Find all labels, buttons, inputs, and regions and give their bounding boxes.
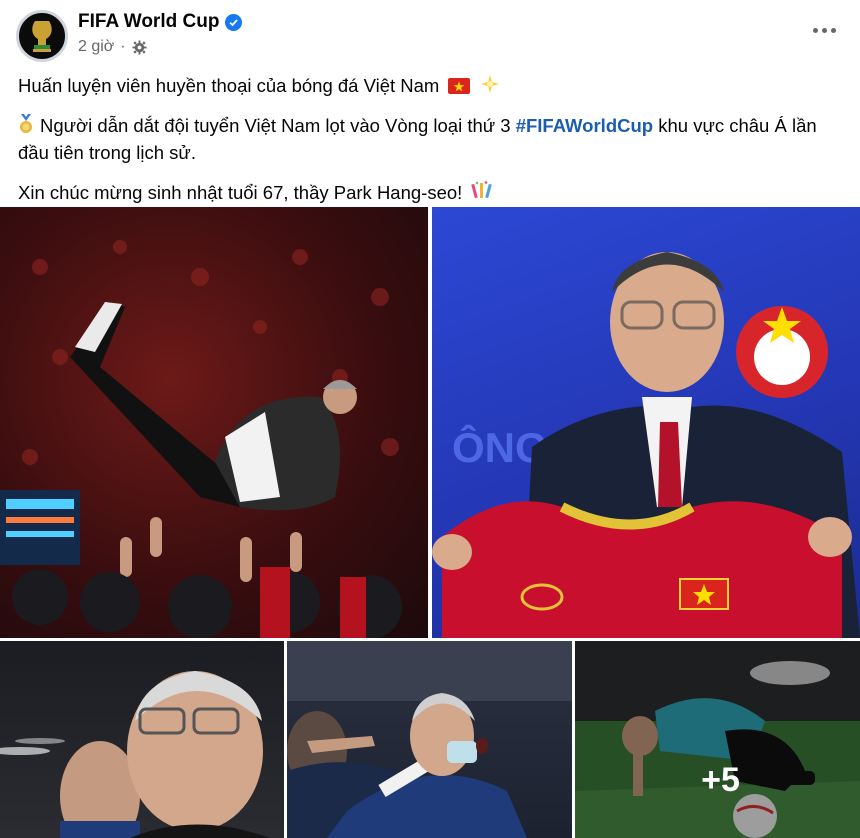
post-time[interactable]: 2 giờ [78,38,114,56]
medal-icon [20,114,32,133]
post-caption: Huấn luyện viên huyền thoại của bóng đá … [18,72,840,219]
gear-icon[interactable] [132,39,147,55]
hashtag-link[interactable]: #FIFAWorldCup [516,115,653,136]
sparkle-star-icon [480,75,499,93]
shouting-image [287,641,572,838]
caption-line-3: Xin chúc mừng sinh nhật tuổi 67, thầy Pa… [18,179,840,206]
photo-celebration-toss[interactable] [0,207,428,638]
vietnam-flag-icon [448,78,471,94]
caption-text-3: Xin chúc mừng sinh nhật tuổi 67, thầy Pa… [18,182,463,203]
more-photos-overlay[interactable]: +5 [575,641,860,838]
post-header: FIFA World Cup 2 giờ · [16,8,844,64]
closeup-image [0,671,270,838]
photo-coach-closeup[interactable] [0,641,284,838]
more-options-icon[interactable] [806,16,842,44]
confetti-icon [471,181,493,199]
page-avatar[interactable] [16,10,68,62]
page-name[interactable]: FIFA World Cup [78,11,219,33]
caption-text-1: Huấn luyện viên huyền thoại của bóng đá … [18,75,440,96]
more-photos-count: +5 [701,761,740,799]
jersey-image: ÔNG [432,252,860,638]
photo-coach-kneeling[interactable]: +5 [575,641,860,838]
photo-coach-shouting[interactable] [287,641,572,838]
caption-text-2a: Người dẫn dắt đội tuyển Việt Nam lọt vào… [40,115,511,136]
world-cup-logo-icon [32,21,52,52]
caption-line-2: Người dẫn dắt đội tuyển Việt Nam lọt vào… [18,112,840,166]
caption-line-1: Huấn luyện viên huyền thoại của bóng đá … [18,72,840,99]
celebration-image [0,240,402,638]
separator-dot: · [120,38,126,55]
verified-badge-icon [225,13,243,31]
photo-holding-jersey[interactable]: ÔNG [432,207,860,638]
